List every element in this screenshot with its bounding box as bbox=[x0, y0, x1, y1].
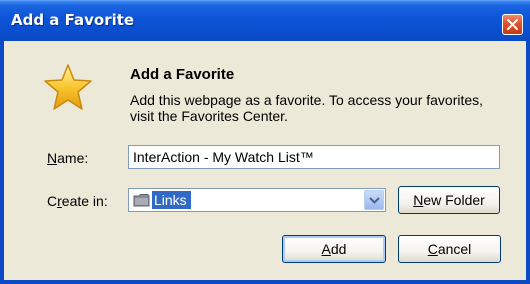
create-in-selected-value: Links bbox=[152, 191, 191, 209]
chevron-down-icon bbox=[369, 197, 380, 204]
create-in-label: Create in: bbox=[47, 193, 108, 209]
window-frame-right bbox=[526, 41, 530, 284]
dialog-description: Add this webpage as a favorite. To acces… bbox=[130, 92, 484, 124]
close-button[interactable] bbox=[502, 14, 523, 35]
window-frame-bottom bbox=[0, 280, 530, 284]
cancel-button[interactable]: Cancel bbox=[398, 235, 501, 263]
name-label: Name: bbox=[47, 150, 89, 166]
window-frame-left bbox=[0, 41, 4, 284]
new-folder-button[interactable]: New Folder bbox=[398, 186, 500, 214]
star-icon bbox=[44, 64, 92, 110]
create-in-dropdown-button[interactable] bbox=[364, 190, 384, 210]
name-input[interactable]: InterAction - My Watch List™ bbox=[128, 145, 500, 169]
close-icon bbox=[507, 19, 518, 30]
add-button[interactable]: Add bbox=[282, 235, 386, 263]
folder-icon bbox=[133, 194, 150, 207]
window-title: Add a Favorite bbox=[11, 11, 135, 29]
add-favorite-dialog: Add a Favorite Add a Favorite Add this w… bbox=[0, 0, 530, 284]
dialog-heading: Add a Favorite bbox=[130, 66, 235, 83]
create-in-select[interactable]: Links bbox=[128, 188, 386, 212]
title-bar[interactable]: Add a Favorite bbox=[0, 0, 530, 41]
